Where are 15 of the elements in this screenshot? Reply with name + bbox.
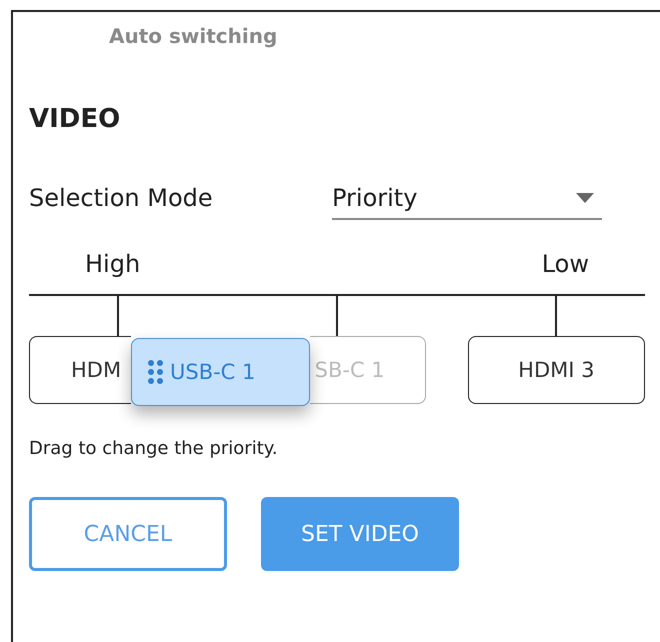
cancel-button[interactable]: CANCEL bbox=[29, 497, 227, 571]
dragged-item[interactable]: USB-C 1 bbox=[131, 338, 310, 406]
priority-item[interactable]: HDMI 3 bbox=[468, 336, 645, 404]
priority-item[interactable]: HDM bbox=[29, 336, 131, 404]
set-video-button[interactable]: SET VIDEO bbox=[261, 497, 459, 571]
high-label: High bbox=[85, 250, 140, 278]
dropdown-arrow-icon bbox=[576, 193, 594, 203]
placeholder-item[interactable]: SB-C 1 bbox=[310, 336, 426, 404]
low-label: Low bbox=[542, 250, 589, 278]
hint-text: Drag to change the priority. bbox=[29, 438, 278, 459]
selection-dropdown[interactable]: Priority bbox=[332, 184, 602, 220]
section-title: VIDEO bbox=[29, 104, 120, 134]
field-label: Selection Mode bbox=[29, 184, 214, 214]
tab-label[interactable]: Auto switching bbox=[109, 24, 278, 48]
dragged-item-label: USB-C 1 bbox=[170, 360, 256, 384]
